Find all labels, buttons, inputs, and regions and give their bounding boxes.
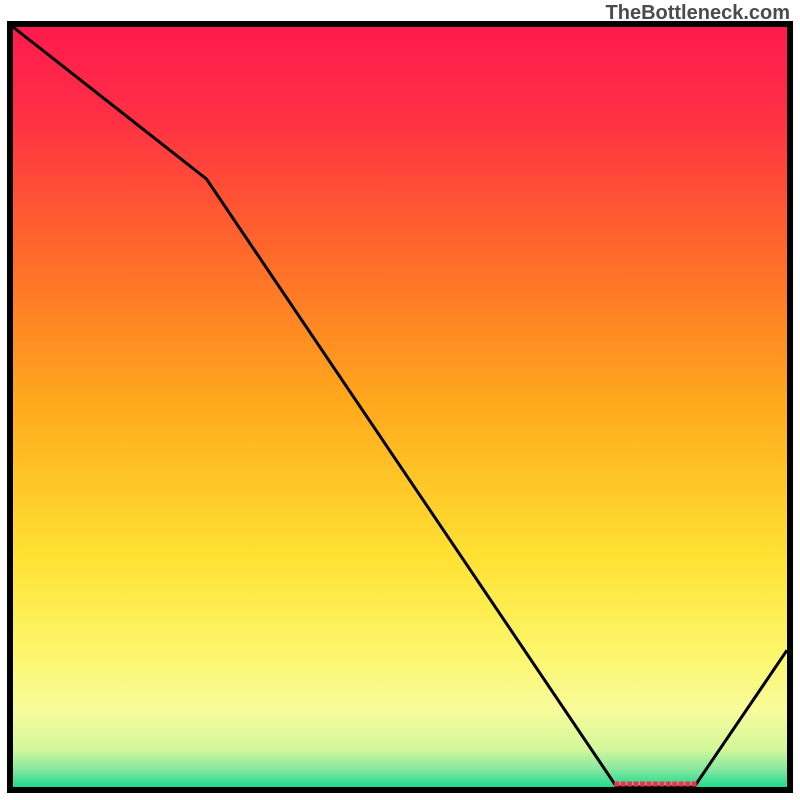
- chart-svg: [0, 0, 800, 800]
- bottleneck-chart: TheBottleneck.com: [0, 0, 800, 800]
- chart-background: [13, 27, 787, 787]
- attribution-label: TheBottleneck.com: [606, 2, 790, 25]
